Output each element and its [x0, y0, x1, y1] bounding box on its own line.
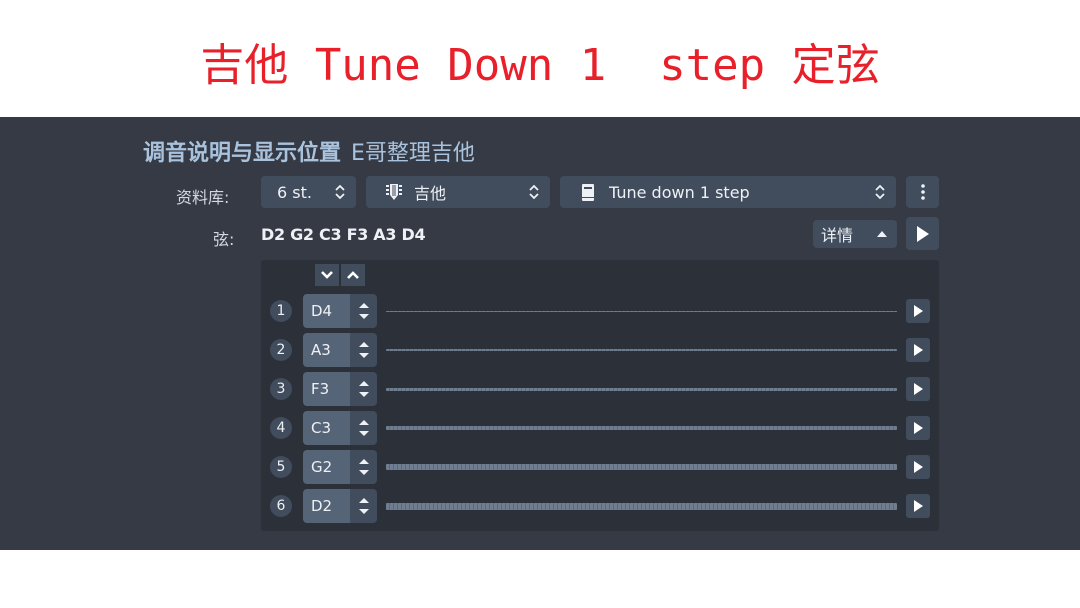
instrument-select[interactable]: 吉他: [366, 176, 550, 208]
updown-chevrons-icon: [335, 184, 345, 200]
tuning-value: D2 G2 C3 F3 A3 D4: [261, 225, 426, 244]
shift-all-up-button[interactable]: [341, 264, 365, 286]
preset-select[interactable]: Tune down 1 step: [560, 176, 896, 208]
vertical-ellipsis-icon: [920, 184, 925, 200]
play-icon: [913, 461, 923, 473]
play-icon: [913, 344, 923, 356]
string-number-badge: 6: [270, 495, 292, 517]
more-options-button[interactable]: [906, 176, 939, 208]
library-label: 资料库:: [176, 188, 230, 207]
shift-all-down-button[interactable]: [315, 264, 339, 286]
details-toggle-button[interactable]: 详情: [813, 220, 897, 248]
string-row: 4 C3: [261, 411, 939, 445]
string-number-badge: 3: [270, 378, 292, 400]
string-note-field[interactable]: D4: [303, 294, 350, 328]
instrument-value: 吉他: [414, 184, 447, 203]
string-line: [386, 426, 897, 430]
string-row: 2 A3: [261, 333, 939, 367]
string-number-badge: 5: [270, 456, 292, 478]
note-stepper[interactable]: [350, 450, 377, 484]
stepper-arrows-icon: [358, 498, 369, 514]
caret-up-icon: [877, 231, 887, 237]
play-string-button[interactable]: [906, 299, 930, 323]
updown-chevrons-icon: [875, 184, 885, 200]
details-label: 详情: [821, 226, 854, 245]
string-count-value: 6 st.: [277, 182, 312, 202]
string-line: [386, 388, 897, 391]
preset-value: Tune down 1 step: [609, 182, 750, 202]
play-string-button[interactable]: [906, 494, 930, 518]
string-note-field[interactable]: C3: [303, 411, 350, 445]
string-note-field[interactable]: F3: [303, 372, 350, 406]
note-stepper[interactable]: [350, 489, 377, 523]
stepper-arrows-icon: [358, 342, 369, 358]
tuning-label: 弦:: [213, 230, 235, 249]
note-stepper[interactable]: [350, 294, 377, 328]
note-stepper[interactable]: [350, 372, 377, 406]
string-row: 6 D2: [261, 489, 939, 523]
play-string-button[interactable]: [906, 338, 930, 362]
string-note-field[interactable]: A3: [303, 333, 350, 367]
play-icon: [913, 422, 923, 434]
panel-heading: 调音说明与显示位置 E哥整理吉他: [143, 135, 475, 167]
tuning-panel: 调音说明与显示位置 E哥整理吉他 资料库: 6 st. 吉他 Tune down …: [0, 117, 1080, 550]
string-line: [386, 503, 897, 510]
strings-list: 1 D4 2 A3 3 F3 4 C3 5 G2 6 D2: [261, 260, 939, 531]
play-string-button[interactable]: [906, 455, 930, 479]
play-string-button[interactable]: [906, 416, 930, 440]
stepper-arrows-icon: [358, 420, 369, 436]
string-number-badge: 4: [270, 417, 292, 439]
string-number-badge: 1: [270, 300, 292, 322]
string-row: 5 G2: [261, 450, 939, 484]
string-line: [386, 464, 897, 470]
stepper-arrows-icon: [358, 459, 369, 475]
stepper-arrows-icon: [358, 381, 369, 397]
string-line: [386, 311, 897, 312]
string-note-field[interactable]: D2: [303, 489, 350, 523]
book-icon: [582, 183, 594, 201]
guitar-headstock-icon: [386, 184, 402, 200]
string-line: [386, 349, 897, 351]
string-row: 3 F3: [261, 372, 939, 406]
string-number-badge: 2: [270, 339, 292, 361]
heading-text: 调音说明与显示位置: [143, 141, 342, 166]
page-banner-title: 吉他 Tune Down 1 step 定弦: [200, 39, 880, 91]
play-icon: [913, 383, 923, 395]
note-stepper[interactable]: [350, 333, 377, 367]
string-row: 1 D4: [261, 294, 939, 328]
note-stepper[interactable]: [350, 411, 377, 445]
string-count-select[interactable]: 6 st.: [261, 176, 356, 208]
play-all-button[interactable]: [906, 217, 939, 250]
chevron-down-icon: [321, 271, 333, 279]
stepper-arrows-icon: [358, 303, 369, 319]
play-icon: [913, 500, 923, 512]
chevron-up-icon: [347, 271, 359, 279]
play-icon: [916, 225, 929, 242]
updown-chevrons-icon: [529, 184, 539, 200]
play-string-button[interactable]: [906, 377, 930, 401]
string-note-field[interactable]: G2: [303, 450, 350, 484]
heading-subtitle: E哥整理吉他: [351, 141, 475, 166]
play-icon: [913, 305, 923, 317]
